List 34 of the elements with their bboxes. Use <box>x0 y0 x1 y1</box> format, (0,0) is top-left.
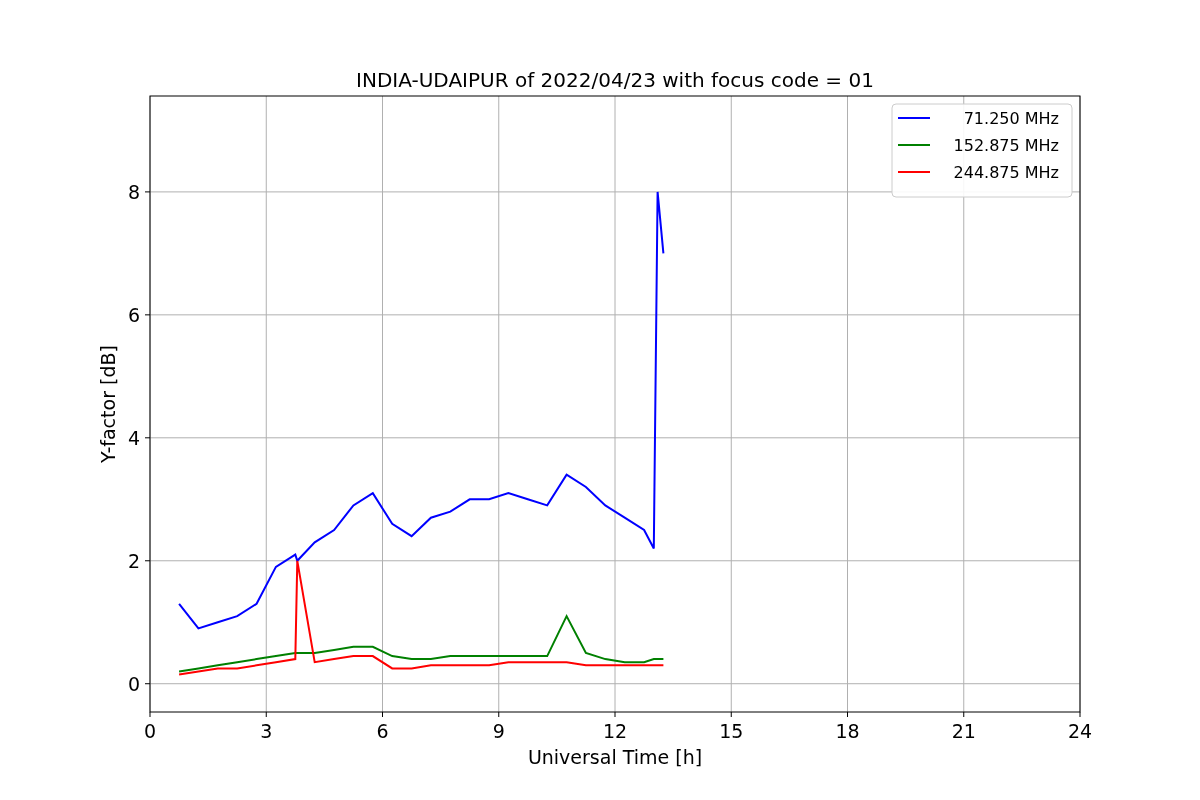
tick-label: 0 <box>143 720 157 742</box>
tick-mark <box>614 711 616 718</box>
x-axis-label: Universal Time [h] <box>527 746 703 768</box>
tick-label: 12 <box>602 720 628 742</box>
tick-label: 3 <box>260 720 273 742</box>
tick-label: 24 <box>1067 720 1093 742</box>
tick-label: 9 <box>492 720 505 742</box>
tick-mark <box>847 711 848 718</box>
tick-mark <box>963 711 965 718</box>
tick-mark <box>144 437 151 439</box>
legend-label: 152.875 MHz <box>953 136 1059 155</box>
legend-label: 244.875 MHz <box>953 163 1059 182</box>
tick-label: 8 <box>127 180 140 203</box>
tick-mark <box>144 560 151 562</box>
tick-label: 6 <box>376 720 389 742</box>
tick-mark <box>1079 711 1081 718</box>
tick-label: 21 <box>951 720 976 742</box>
tick-label: 4 <box>127 426 140 449</box>
tick-mark <box>498 711 500 718</box>
tick-mark <box>144 314 151 316</box>
tick-mark <box>144 191 151 193</box>
tick-mark <box>265 711 267 718</box>
tick-label: 15 <box>719 720 744 742</box>
tick-label: 2 <box>127 549 140 572</box>
chart-title: INDIA-UDAIPUR of 2022/04/23 with focus code = 01 <box>356 68 874 92</box>
tick-mark <box>144 683 151 685</box>
y-axis-label: Y-factor [dB] <box>97 345 119 463</box>
tick-mark <box>149 711 151 718</box>
tick-mark <box>730 711 732 718</box>
tick-mark <box>382 711 383 718</box>
tick-label: 0 <box>127 672 140 695</box>
legend-label: 71.250 MHz <box>963 109 1059 128</box>
tick-label: 18 <box>835 720 860 742</box>
tick-label: 6 <box>127 303 140 326</box>
